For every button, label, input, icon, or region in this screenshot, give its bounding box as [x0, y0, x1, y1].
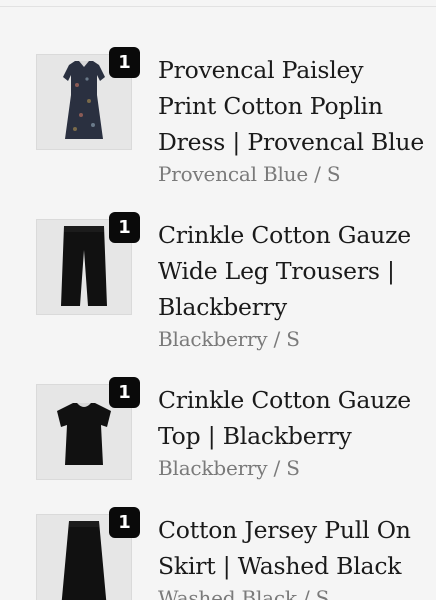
item-details: Provencal Paisley Print Cotton Poplin Dr… — [158, 52, 428, 188]
item-variant: Provencal Blue / S — [158, 162, 341, 186]
quantity-badge: 1 — [109, 507, 140, 538]
cart-item-list: 1 Provencal Paisley Print Cotton Poplin … — [0, 0, 436, 600]
item-details: Cotton Jersey Pull On Skirt | Washed Bla… — [158, 512, 428, 600]
item-details: Crinkle Cotton Gauze Wide Leg Trousers |… — [158, 217, 428, 353]
item-title[interactable]: Crinkle Cotton Gauze Top | Blackberry — [158, 382, 428, 454]
item-title[interactable]: Cotton Jersey Pull On Skirt | Washed Bla… — [158, 512, 428, 584]
item-details: Crinkle Cotton Gauze Top | Blackberry Bl… — [158, 382, 428, 482]
item-variant: Blackberry / S — [158, 456, 300, 480]
item-title[interactable]: Provencal Paisley Print Cotton Poplin Dr… — [158, 52, 428, 160]
quantity-badge: 1 — [109, 47, 140, 78]
item-title[interactable]: Crinkle Cotton Gauze Wide Leg Trousers |… — [158, 217, 428, 325]
item-variant: Washed Black / S — [158, 586, 330, 600]
quantity-badge: 1 — [109, 212, 140, 243]
quantity-badge: 1 — [109, 377, 140, 408]
item-variant: Blackberry / S — [158, 327, 300, 351]
order-summary-page: 1 Provencal Paisley Print Cotton Poplin … — [0, 0, 436, 600]
